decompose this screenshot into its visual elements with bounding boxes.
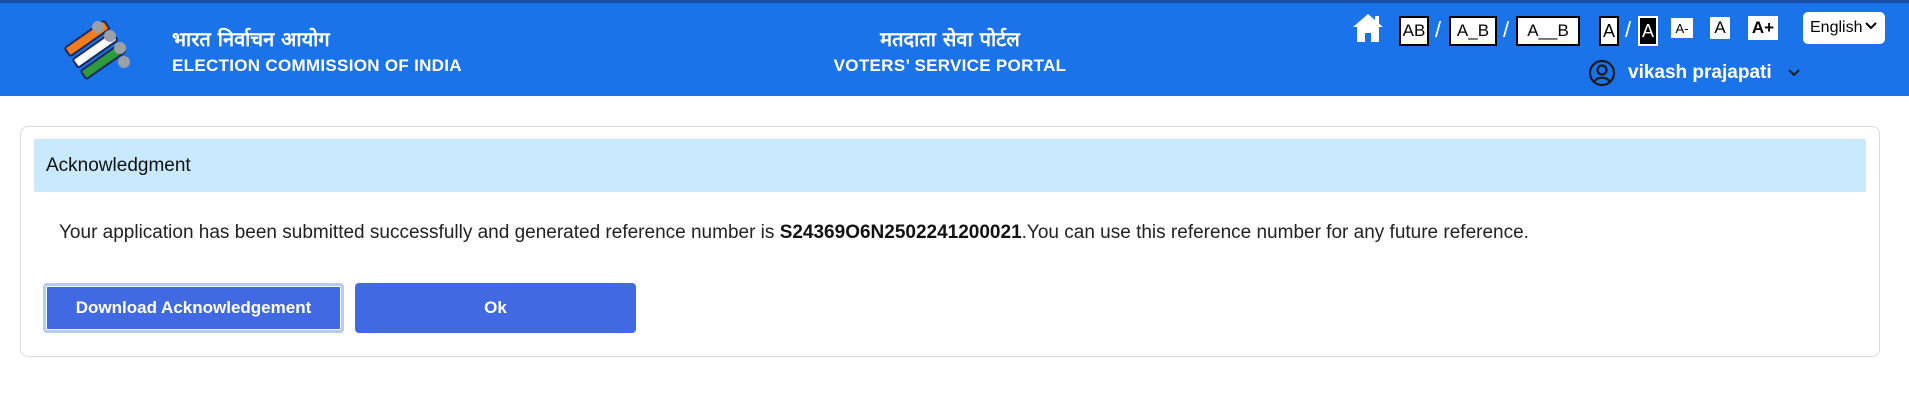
font-decrease-button[interactable]: A-	[1671, 18, 1693, 38]
chevron-down-icon	[1787, 69, 1800, 77]
chevron-down-icon	[1865, 22, 1877, 30]
ok-button[interactable]: Ok	[355, 283, 636, 333]
letter-spacing-wide-button[interactable]: A__B	[1516, 16, 1580, 46]
font-normal-button[interactable]: A	[1710, 17, 1730, 39]
user-name: vikash prajapati	[1628, 62, 1772, 83]
separator: /	[1503, 17, 1510, 42]
brand-title-hindi: भारत निर्वाचन आयोग	[172, 27, 330, 51]
acknowledgment-card: Acknowledgment Your application has been…	[20, 126, 1880, 357]
language-select-value: English	[1810, 19, 1863, 36]
letter-spacing-normal-button[interactable]: AB	[1399, 16, 1429, 46]
message-suffix: .You can use this reference number for a…	[1021, 222, 1529, 243]
acknowledgment-header: Acknowledgment	[34, 139, 1866, 192]
home-icon[interactable]	[1351, 12, 1385, 44]
separator: /	[1435, 17, 1442, 42]
font-increase-button[interactable]: A+	[1748, 16, 1778, 40]
portal-title-english: VOTERS’ SERVICE PORTAL	[833, 56, 1067, 75]
separator: /	[1625, 17, 1632, 42]
eci-logo-icon	[64, 20, 130, 80]
top-header: भारत निर्वाचन आयोग ELECTION COMMISSION O…	[0, 0, 1909, 96]
contrast-normal-button[interactable]: A	[1599, 16, 1619, 46]
language-select[interactable]: English	[1803, 12, 1885, 44]
portal-title-hindi: मतदाता सेवा पोर्टल	[880, 27, 1020, 51]
download-acknowledgement-button[interactable]: Download Acknowledgement	[43, 283, 344, 333]
acknowledgment-title: Acknowledgment	[46, 154, 191, 176]
acknowledgment-message: Your application has been submitted succ…	[59, 222, 1529, 244]
letter-spacing-medium-button[interactable]: A_B	[1449, 16, 1497, 46]
user-menu[interactable]: vikash prajapati	[1588, 58, 1801, 88]
brand-title-english: ELECTION COMMISSION OF INDIA	[172, 56, 462, 75]
user-avatar-icon	[1588, 59, 1616, 87]
message-prefix: Your application has been submitted succ…	[59, 222, 780, 243]
reference-number: S24369O6N2502241200021	[779, 222, 1022, 243]
contrast-high-button[interactable]: A	[1638, 16, 1658, 46]
